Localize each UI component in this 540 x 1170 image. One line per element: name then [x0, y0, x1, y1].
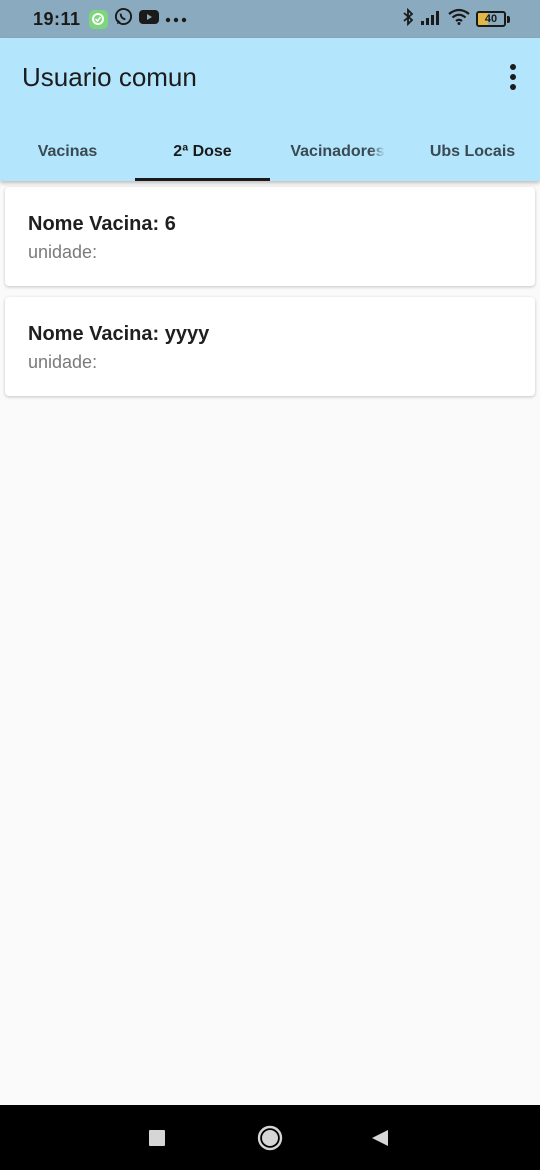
tab-label: Vacinas — [37, 142, 98, 160]
tab-label: Vacinadores — [290, 142, 385, 160]
tab-label: 2ª Dose — [173, 142, 232, 160]
system-nav-bar — [0, 1105, 540, 1170]
wifi-icon — [448, 8, 470, 30]
vaccine-unit: unidade: — [28, 242, 98, 262]
more-vert-icon[interactable] — [506, 64, 520, 90]
youtube-icon — [138, 9, 159, 30]
home-icon[interactable] — [257, 1125, 283, 1156]
tab-vacinas[interactable]: Vacinas — [0, 122, 135, 181]
tab-label: Ubs Locais — [429, 142, 516, 160]
app-bar: Usuario comun Vacinas 2ª Dose Vacinadore… — [0, 38, 540, 181]
whatsapp-icon — [114, 7, 133, 31]
back-icon[interactable] — [371, 1129, 389, 1152]
recents-icon[interactable] — [148, 1129, 166, 1152]
tab-bar: Vacinas 2ª Dose Vacinadores Ubs Locais — [0, 122, 540, 181]
more-notifications-icon — [165, 10, 187, 28]
status-bar: 19:11 40 — [0, 0, 540, 38]
signal-icon — [420, 9, 442, 30]
battery-icon: 40 — [476, 11, 510, 27]
notification-icons — [88, 7, 187, 31]
status-time: 19:11 — [33, 8, 81, 29]
vaccine-name: Nome Vacina: yyyy — [28, 323, 210, 345]
vaccine-card[interactable]: Nome Vacina: yyyy unidade: — [5, 297, 535, 396]
app-check-icon — [88, 9, 108, 29]
battery-level: 40 — [484, 13, 498, 25]
tab-ubs-locais[interactable]: Ubs Locais — [405, 122, 540, 181]
bluetooth-icon — [402, 7, 414, 31]
vaccine-name: Nome Vacina: 6 — [28, 213, 176, 235]
vaccine-unit: unidade: — [28, 352, 98, 372]
vaccine-card[interactable]: Nome Vacina: 6 unidade: — [5, 187, 535, 286]
tab-2a-dose[interactable]: 2ª Dose — [135, 122, 270, 181]
system-icons: 40 — [402, 7, 510, 31]
tab-vacinadores[interactable]: Vacinadores — [270, 122, 405, 181]
app-title: Usuario comun — [22, 62, 197, 92]
